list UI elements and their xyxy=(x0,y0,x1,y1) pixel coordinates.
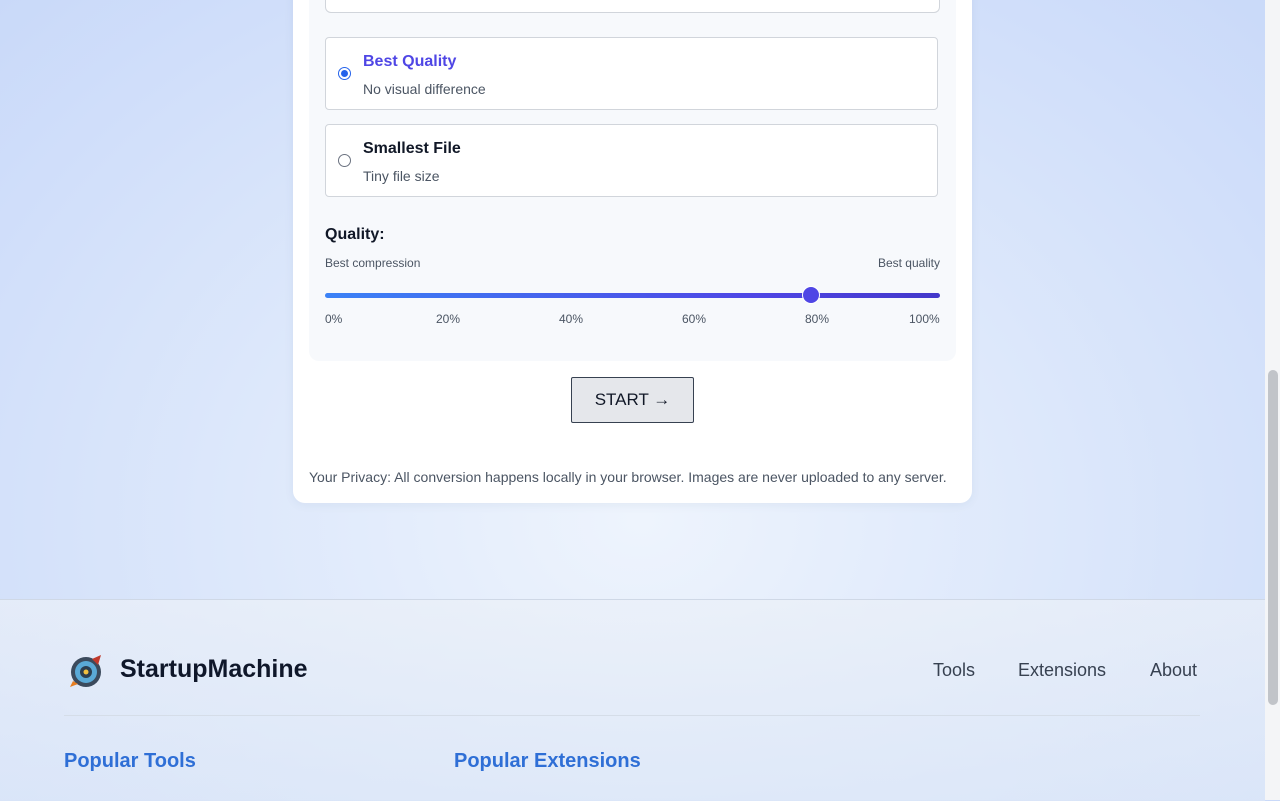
popular-tools-heading: Popular Tools xyxy=(64,750,196,772)
best-quality-hint: Best quality xyxy=(877,256,940,270)
option-title: Smallest File xyxy=(363,140,461,157)
start-button[interactable]: START → xyxy=(571,377,694,423)
scrollbar-thumb[interactable] xyxy=(1268,370,1278,705)
quality-label: Quality: xyxy=(325,226,385,243)
page: Best Quality No visual difference Smalle… xyxy=(0,0,1265,801)
privacy-notice: Your Privacy: All conversion happens loc… xyxy=(309,469,947,485)
footer: StartupMachine Tools Extensions About Po… xyxy=(0,599,1265,801)
converter-card: Best Quality No visual difference Smalle… xyxy=(293,0,972,503)
slider-thumb[interactable] xyxy=(802,287,819,303)
brand-name[interactable]: StartupMachine xyxy=(120,655,308,684)
option-title: Best Quality xyxy=(363,53,457,70)
footer-nav-tools[interactable]: Tools xyxy=(933,660,975,681)
option-smallest-file[interactable]: Smallest File Tiny file size xyxy=(325,124,938,197)
option-best-quality[interactable]: Best Quality No visual difference xyxy=(325,37,938,110)
footer-nav-about[interactable]: About xyxy=(1150,660,1197,681)
radio-smallest-file[interactable] xyxy=(338,154,351,167)
tick-label: 40% xyxy=(559,312,584,326)
best-compression-hint: Best compression xyxy=(325,256,421,270)
popular-extensions-heading: Popular Extensions xyxy=(454,750,641,772)
option-subtitle: No visual difference xyxy=(363,81,486,97)
option-subtitle: Tiny file size xyxy=(363,168,440,184)
footer-nav-extensions[interactable]: Extensions xyxy=(1018,660,1106,681)
footer-divider xyxy=(64,715,1200,716)
previous-field[interactable] xyxy=(325,0,940,13)
radio-best-quality[interactable] xyxy=(338,67,351,80)
logo-icon[interactable] xyxy=(68,653,104,689)
tick-label: 100% xyxy=(909,312,940,326)
tick-label: 0% xyxy=(325,312,343,326)
quality-slider[interactable] xyxy=(325,287,940,303)
tick-label: 20% xyxy=(436,312,461,326)
settings-panel: Best Quality No visual difference Smalle… xyxy=(309,0,956,361)
tick-label: 80% xyxy=(805,312,830,326)
tick-label: 60% xyxy=(682,312,707,326)
